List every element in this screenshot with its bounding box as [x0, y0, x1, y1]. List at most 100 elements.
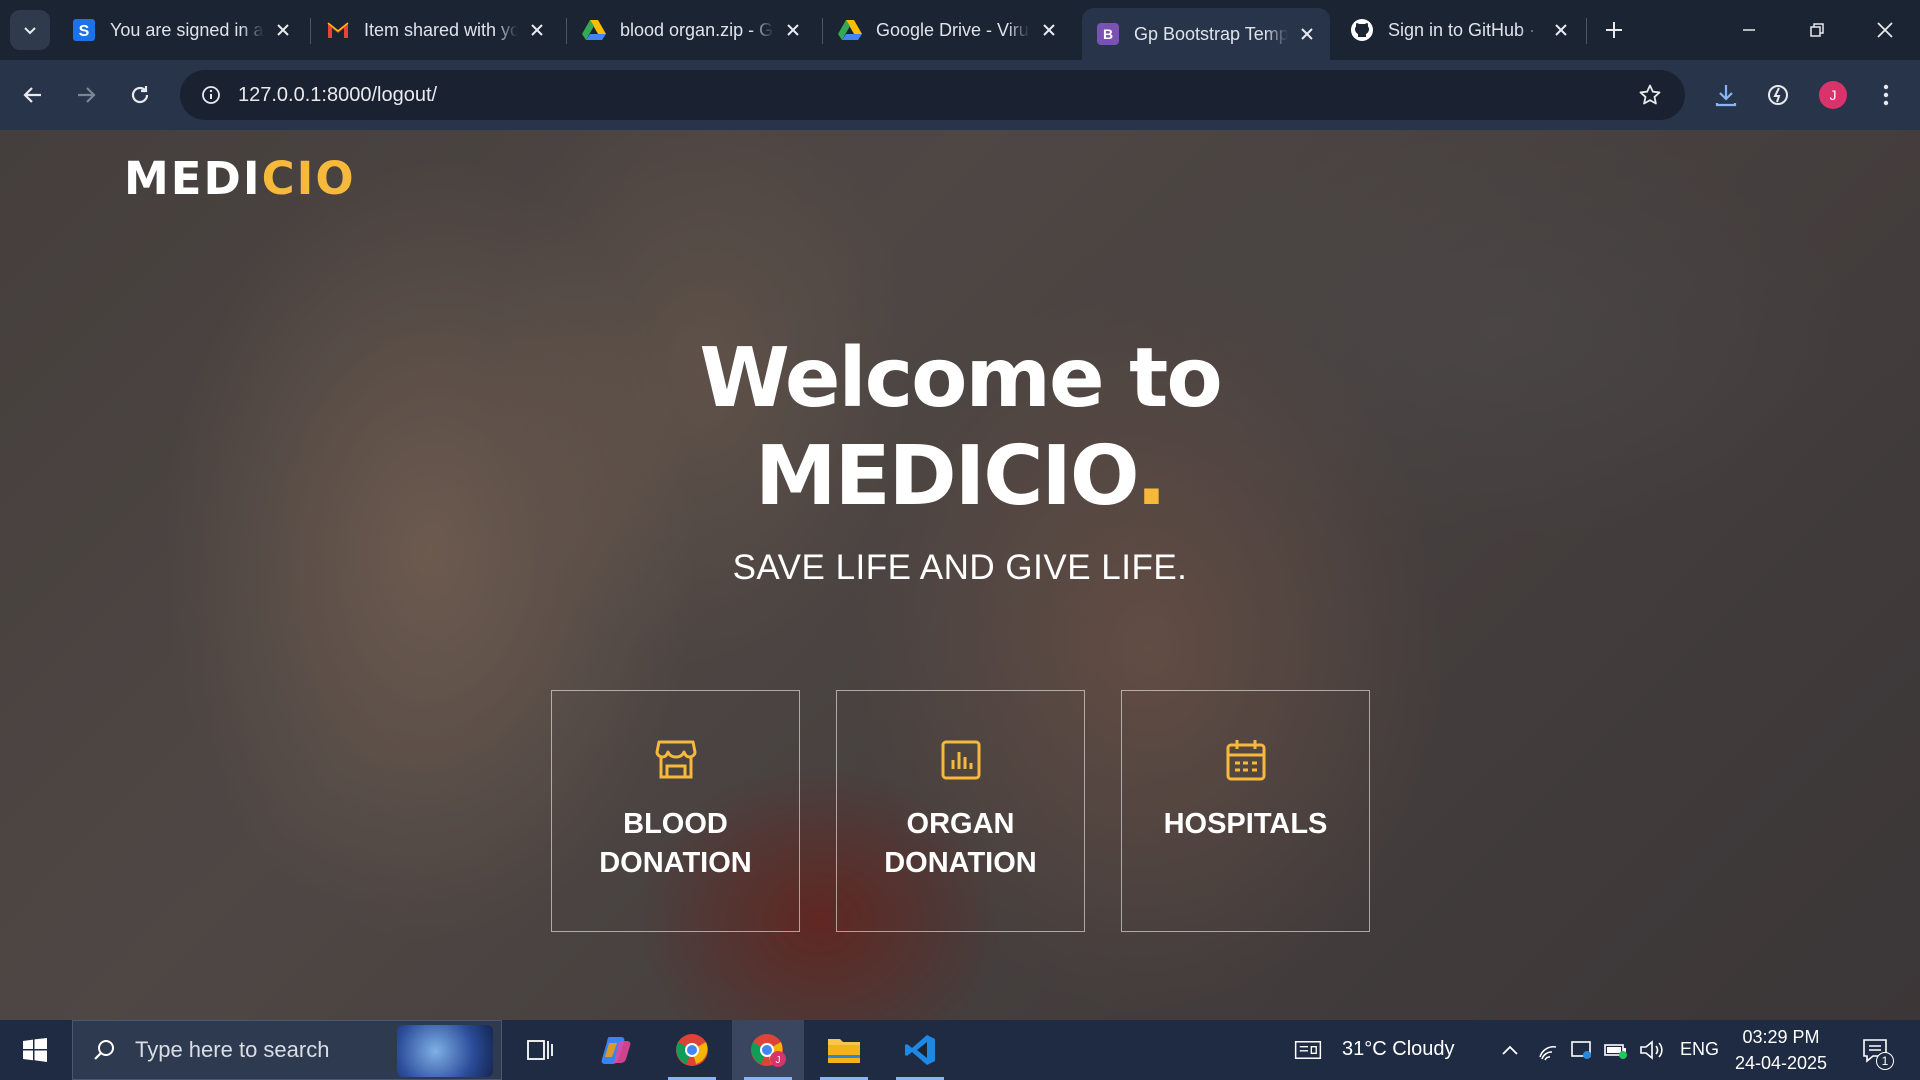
reload-button[interactable] — [122, 77, 158, 113]
profile-button[interactable]: J — [1815, 77, 1851, 113]
close-icon — [1877, 22, 1893, 38]
search-icon — [89, 1035, 119, 1065]
task-view-button[interactable] — [504, 1020, 576, 1080]
chrome-icon — [676, 1034, 708, 1066]
menu-button[interactable] — [1868, 77, 1904, 113]
weather-text[interactable]: 31°C Cloudy — [1342, 1038, 1455, 1061]
card-label: HOSPITALS — [1163, 808, 1328, 840]
tab-title: Gp Bootstrap Template — [1134, 23, 1288, 44]
tab-separator — [310, 18, 311, 44]
hero-title-line2: MEDICIO — [755, 429, 1138, 524]
speedometer-leaf-icon — [1768, 85, 1788, 105]
tab-separator — [822, 18, 823, 44]
url-text[interactable]: 127.0.0.1:8000/logout/ — [238, 84, 437, 107]
chrome-profile-icon: J — [751, 1034, 786, 1067]
calendar-icon — [1223, 737, 1269, 783]
back-button[interactable] — [15, 77, 51, 113]
close-icon[interactable] — [1550, 19, 1572, 41]
hero-title-dot: . — [1135, 429, 1167, 524]
taskbar-copilot[interactable] — [580, 1020, 652, 1080]
tab-title: Item shared with you — [364, 19, 518, 40]
restore-icon — [1810, 23, 1824, 37]
restore-button[interactable] — [1784, 0, 1850, 60]
hero-title-line1: Welcome to — [699, 331, 1222, 426]
logo-accent-text: CIO — [261, 152, 356, 205]
close-window-button[interactable] — [1852, 0, 1918, 60]
tab-gmail[interactable]: Item shared with you — [312, 8, 560, 52]
new-tab-button[interactable] — [1598, 14, 1630, 46]
tab-signed-in[interactable]: S You are signed in as — [58, 8, 306, 52]
arrow-left-icon — [23, 87, 41, 103]
clock-date: 24-04-2025 — [1734, 1053, 1828, 1073]
tab-separator — [566, 18, 567, 44]
plus-icon — [1606, 22, 1622, 38]
search-highlight-image — [397, 1025, 493, 1077]
vscode-icon — [905, 1035, 935, 1065]
svg-text:J: J — [776, 1055, 781, 1066]
taskbar-vscode[interactable] — [884, 1020, 956, 1080]
tab-blood-organ-zip[interactable]: blood organ.zip - Google Drive — [568, 8, 816, 52]
folder-icon — [828, 1039, 860, 1063]
kebab-menu-icon — [1883, 84, 1889, 106]
wifi-icon[interactable] — [1534, 1036, 1562, 1064]
bookmark-star-icon[interactable] — [1637, 82, 1663, 108]
gmail-icon — [326, 18, 350, 42]
tab-title: You are signed in as — [110, 19, 264, 40]
taskbar-chrome[interactable] — [656, 1020, 728, 1080]
hero-title: Welcome to MEDICIO. — [0, 330, 1920, 526]
notification-center-button[interactable]: 1 — [1856, 1034, 1896, 1070]
reload-icon — [131, 86, 149, 104]
minimize-icon — [1743, 29, 1755, 31]
card-organ-donation[interactable]: ORGAN DONATION — [836, 690, 1085, 932]
language-indicator[interactable]: ENG — [1680, 1039, 1719, 1060]
minimize-button[interactable] — [1716, 0, 1782, 60]
tab-github[interactable]: Sign in to GitHub · GitHub — [1336, 8, 1584, 52]
windows-taskbar: Type here to search J 31°C Cloudy ENG 03… — [0, 1020, 1920, 1080]
chevron-up-icon[interactable] — [1496, 1036, 1524, 1064]
start-button[interactable] — [0, 1020, 70, 1080]
taskbar-file-explorer[interactable] — [808, 1020, 880, 1080]
chevron-down-icon — [24, 27, 36, 35]
downloads-button[interactable] — [1708, 77, 1744, 113]
close-icon[interactable] — [782, 19, 804, 41]
browser-toolbar: 127.0.0.1:8000/logout/ J — [0, 60, 1920, 130]
task-view-icon — [527, 1040, 553, 1060]
site-logo[interactable]: MEDICIO — [124, 152, 356, 205]
weather-icon[interactable] — [1294, 1036, 1322, 1064]
svg-text:B: B — [1103, 26, 1113, 42]
forward-button[interactable] — [68, 77, 104, 113]
close-icon[interactable] — [526, 19, 548, 41]
tab-gp-bootstrap[interactable]: B Gp Bootstrap Template — [1082, 8, 1330, 60]
clock-time: 03:29 PM — [1742, 1027, 1820, 1047]
page-viewport: MEDICIO Welcome to MEDICIO. SAVE LIFE AN… — [0, 130, 1920, 1020]
battery-icon[interactable] — [1602, 1036, 1630, 1064]
tab-search-button[interactable] — [10, 10, 50, 50]
taskbar-chrome-profile[interactable]: J — [732, 1020, 804, 1080]
tab-google-drive[interactable]: Google Drive - Virus scan warning — [824, 8, 1072, 52]
google-drive-icon — [838, 18, 862, 42]
card-hospitals[interactable]: HOSPITALS — [1121, 690, 1370, 932]
card-label: ORGAN DONATION — [884, 808, 1037, 879]
address-bar[interactable]: 127.0.0.1:8000/logout/ — [180, 70, 1685, 120]
google-drive-icon — [582, 18, 606, 42]
taskbar-search[interactable]: Type here to search — [72, 1020, 502, 1080]
site-info-icon[interactable] — [186, 70, 236, 120]
bootstrap-icon: B — [1096, 22, 1120, 46]
card-blood-donation[interactable]: BLOOD DONATION — [551, 690, 800, 932]
service-cards: BLOOD DONATION ORGAN DONATION HOSPITALS — [551, 690, 1370, 932]
clock[interactable]: 03:29 PM 24-04-2025 — [1726, 1024, 1836, 1076]
performance-button[interactable] — [1760, 77, 1796, 113]
notification-badge: 1 — [1876, 1052, 1894, 1070]
close-icon[interactable] — [1296, 23, 1318, 45]
card-label: BLOOD DONATION — [599, 808, 752, 879]
close-icon[interactable] — [272, 19, 294, 41]
hero-tagline: SAVE LIFE AND GIVE LIFE. — [732, 548, 1188, 587]
shop-window-icon — [653, 737, 699, 783]
close-icon[interactable] — [1038, 19, 1060, 41]
tab-title: Google Drive - Virus scan warning — [876, 19, 1030, 40]
network-icon[interactable] — [1568, 1036, 1596, 1064]
tab-separator — [1586, 18, 1587, 44]
github-icon — [1350, 18, 1374, 42]
windows-logo-icon — [23, 1038, 47, 1062]
volume-icon[interactable] — [1638, 1036, 1666, 1064]
